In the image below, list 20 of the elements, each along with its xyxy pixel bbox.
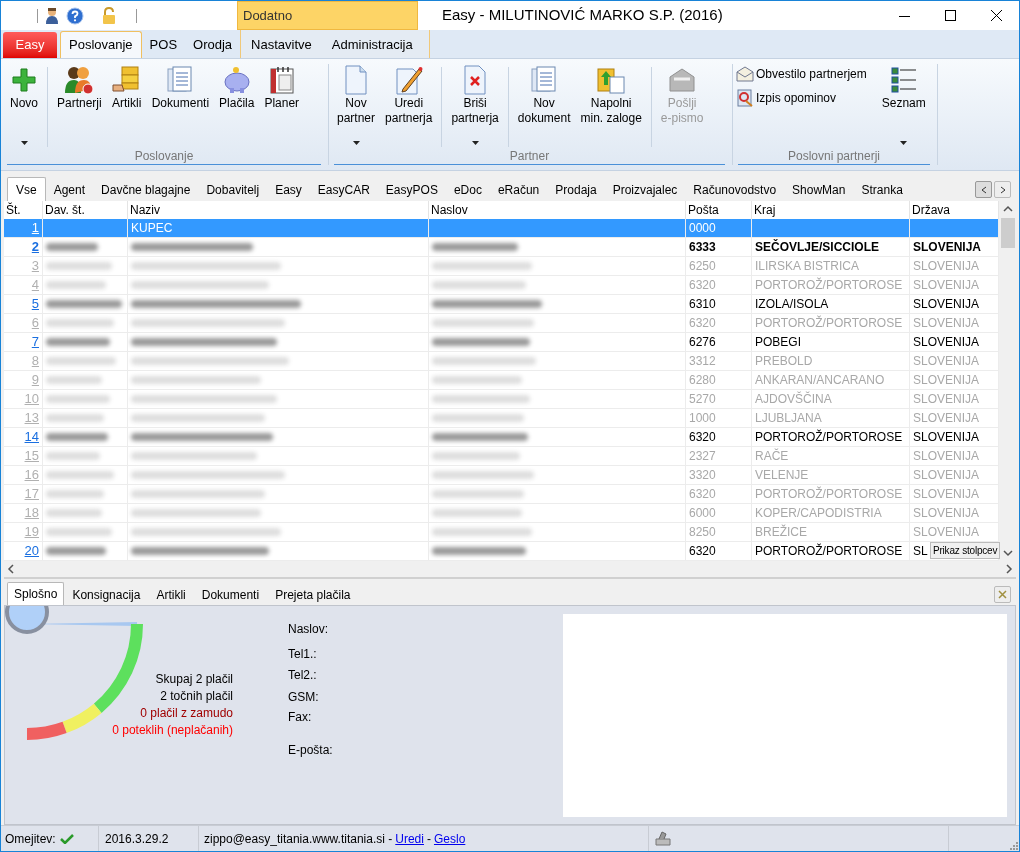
group-label: Poslovanje bbox=[134, 147, 194, 165]
group-label: Poslovni partnerji bbox=[787, 147, 880, 165]
payment-stat: 0 plačil z zamudo bbox=[140, 705, 233, 721]
window-title: Easy - MILUTINOVIĆ MARKO S.P. (2016) bbox=[441, 5, 724, 26]
user-text: zippo@easy_titania.www.titania.si - bbox=[204, 830, 393, 848]
separator-text: - bbox=[426, 830, 431, 848]
field-label: Tel2.: bbox=[288, 667, 317, 684]
field-label: E-pošta: bbox=[288, 742, 333, 759]
tooltip: Prikaz stolpcev bbox=[930, 542, 1001, 559]
payment-stat: 2 točnih plačil bbox=[160, 688, 233, 704]
field-label: Fax: bbox=[288, 709, 312, 726]
field-label: GSM: bbox=[288, 689, 319, 706]
field-label: Naslov: bbox=[288, 621, 328, 638]
payment-stat: Skupaj 2 plačil bbox=[155, 671, 233, 687]
field-label: Tel1.: bbox=[288, 646, 317, 663]
contextual-tab-header: Dodatno bbox=[237, 1, 418, 30]
status-label: Omejitev: bbox=[5, 830, 56, 848]
version-text: 2016.3.29.2 bbox=[105, 830, 169, 848]
group-label: Partner bbox=[509, 147, 550, 165]
payment-stat: 0 poteklih (neplačanih) bbox=[112, 722, 233, 738]
